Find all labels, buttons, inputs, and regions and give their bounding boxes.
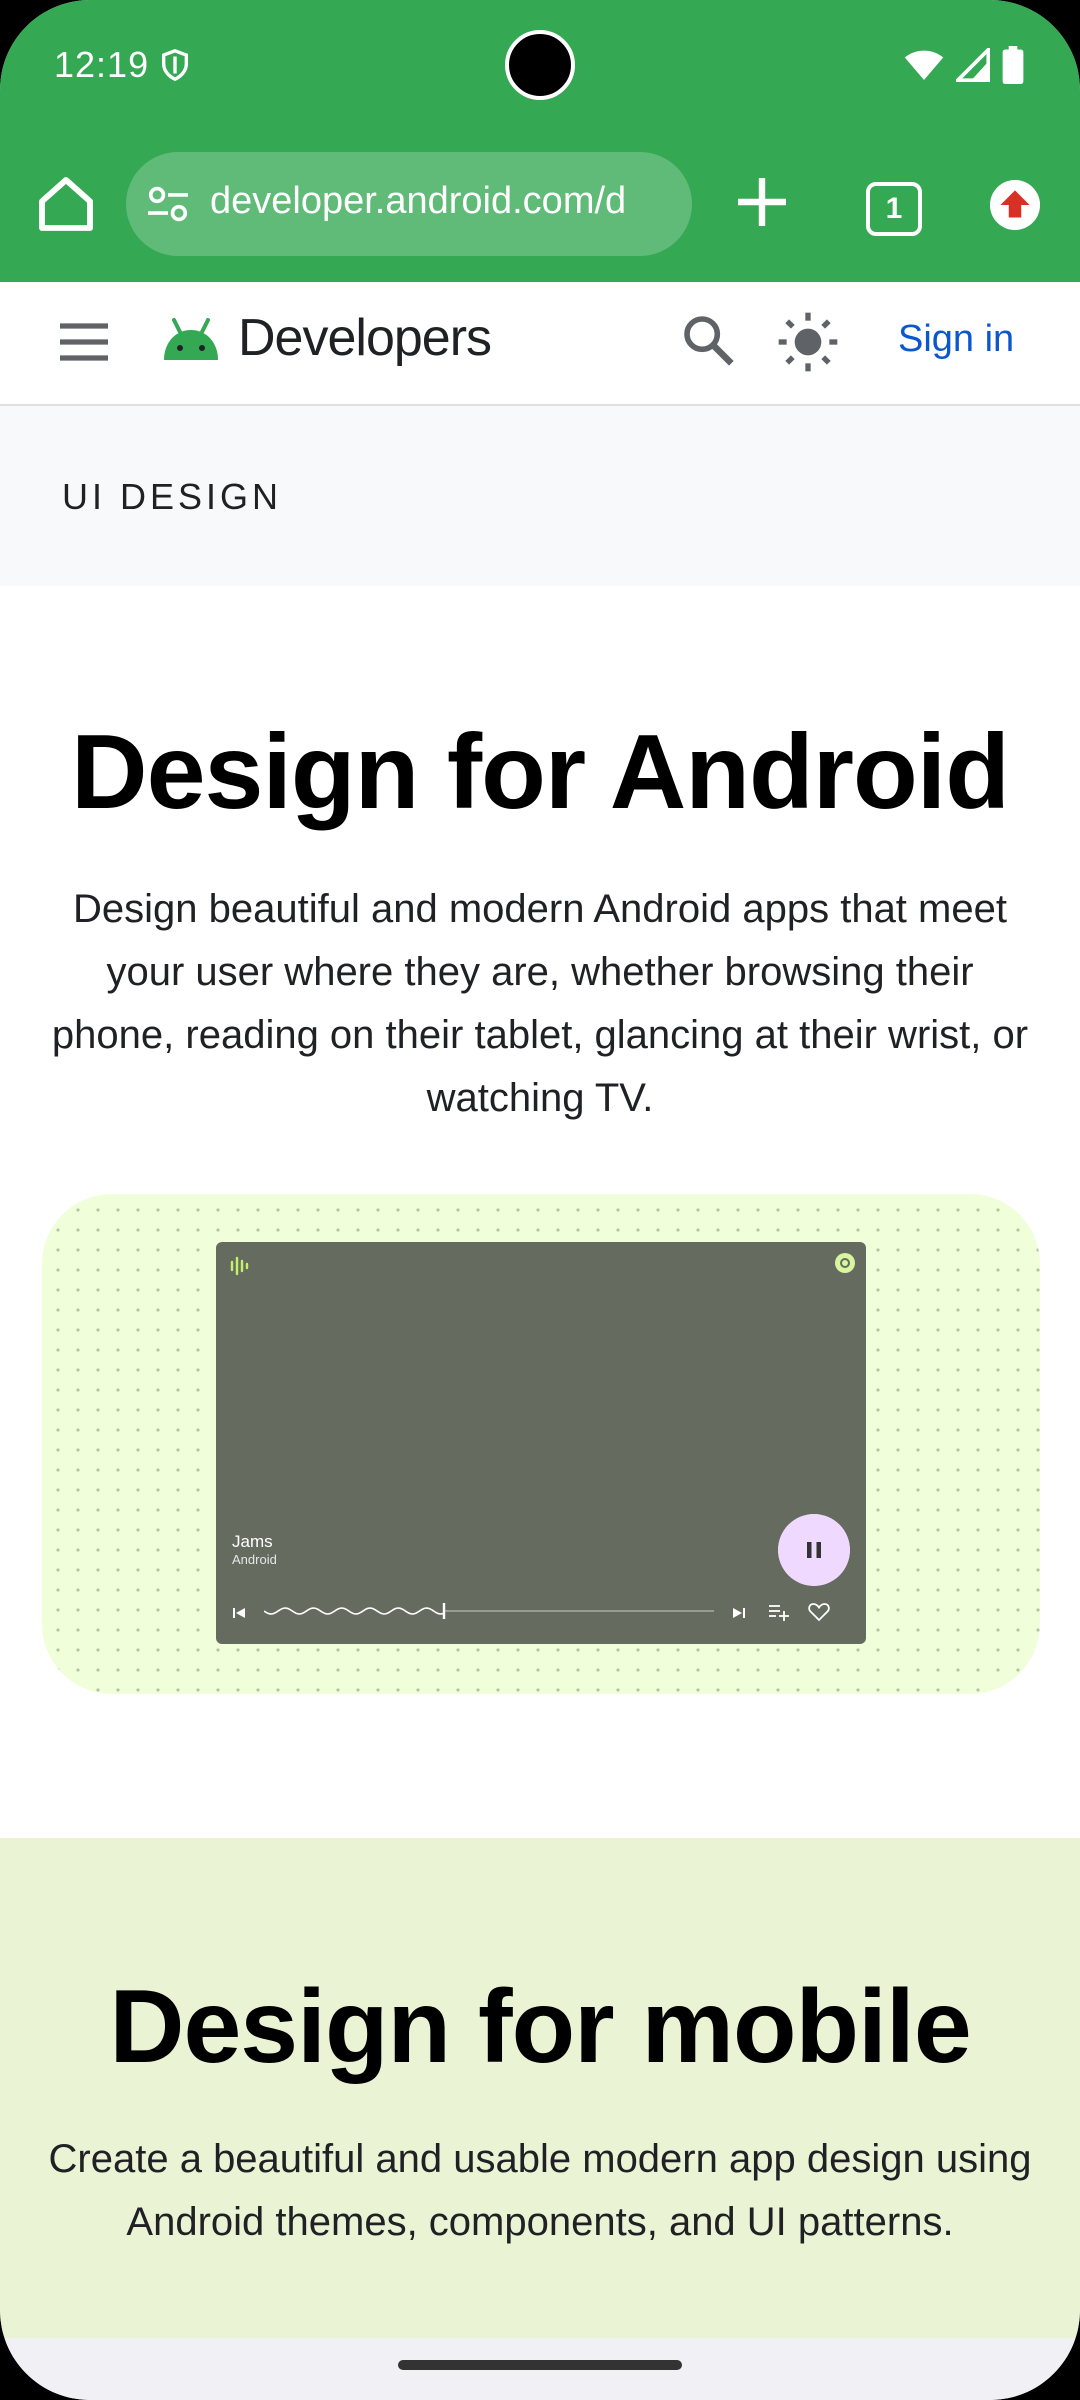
- browser-chrome: 12:19 developer.android.com/d 1: [0, 0, 1080, 282]
- progress-track: [264, 1603, 714, 1619]
- shield-icon: [161, 49, 189, 82]
- menu-icon[interactable]: [58, 322, 110, 362]
- playlist-add-icon: [769, 1605, 789, 1621]
- update-icon[interactable]: [990, 180, 1040, 230]
- browser-toolbar: developer.android.com/d 1: [0, 150, 1080, 262]
- audio-bars-icon: [230, 1256, 249, 1276]
- track-title: Jams: [232, 1532, 273, 1551]
- pause-icon: [778, 1514, 850, 1586]
- hero-illustration: Jams Android: [42, 1194, 1040, 1694]
- new-tab-icon[interactable]: [730, 170, 794, 234]
- site-settings-icon[interactable]: [146, 184, 190, 224]
- mobile-section: Design for mobile Create a beautiful and…: [0, 1838, 1080, 2338]
- site-brand[interactable]: Developers: [238, 308, 492, 368]
- hero-description: Design beautiful and modern Android apps…: [51, 887, 1029, 1120]
- battery-icon: [1002, 46, 1024, 84]
- page-title: Design for Android: [71, 713, 1010, 831]
- phone-screen: 12:19 developer.android.com/d 1 Develope…: [0, 0, 1080, 2400]
- signal-icon: [956, 48, 990, 82]
- site-header: Developers Sign in: [0, 282, 1080, 406]
- status-bar: 12:19: [0, 0, 1080, 130]
- breadcrumb-label[interactable]: UI DESIGN: [62, 476, 282, 518]
- skip-previous-icon: [233, 1608, 245, 1618]
- section-title: Design for mobile: [109, 1969, 971, 2085]
- sign-in-link[interactable]: Sign in: [898, 318, 1014, 361]
- system-icons: [904, 46, 1024, 84]
- gesture-nav-bar: [0, 2338, 1080, 2400]
- url-text: developer.android.com/d: [210, 180, 627, 222]
- home-gesture-handle[interactable]: [398, 2360, 682, 2370]
- breadcrumb: UI DESIGN: [0, 406, 1080, 586]
- skip-next-icon: [733, 1608, 745, 1618]
- camera-cutout: [505, 30, 575, 100]
- tab-count: 1: [885, 192, 903, 225]
- wifi-icon: [904, 50, 944, 80]
- home-icon[interactable]: [34, 172, 98, 236]
- status-time: 12:19: [54, 44, 150, 85]
- heart-icon: [808, 1603, 830, 1622]
- android-logo-icon[interactable]: [158, 316, 224, 364]
- address-bar[interactable]: developer.android.com/d: [126, 152, 692, 256]
- theme-toggle-icon[interactable]: [776, 310, 840, 374]
- track-artist: Android: [232, 1552, 277, 1567]
- cast-icon: [835, 1253, 855, 1273]
- search-icon[interactable]: [680, 312, 736, 368]
- section-description: Create a beautiful and usable modern app…: [48, 2137, 1032, 2244]
- tab-switcher-icon[interactable]: 1: [866, 182, 922, 236]
- media-player-mockup: Jams Android: [216, 1242, 866, 1644]
